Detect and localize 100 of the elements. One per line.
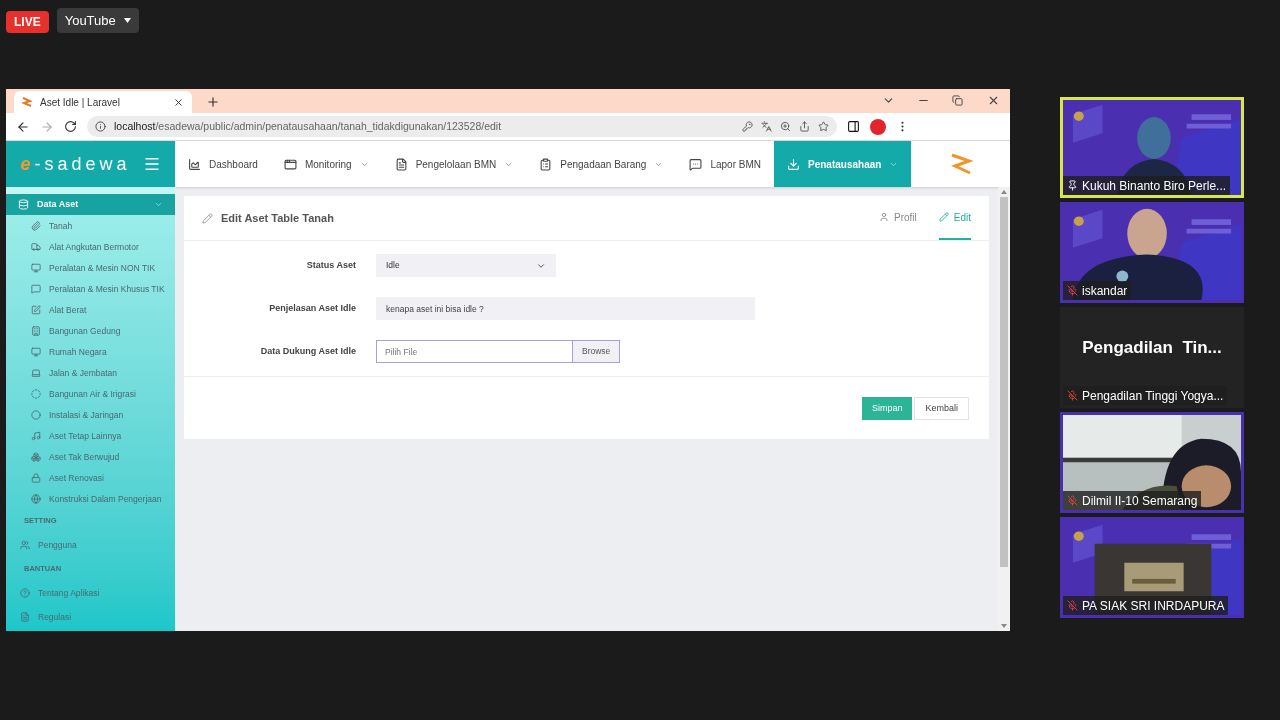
help-icon [20,588,30,598]
translate-icon[interactable] [761,121,772,132]
boxes-icon [31,451,41,462]
card-title: Edit Aset Table Tanah [221,210,334,226]
nav-item[interactable]: Pengelolaan BMN [381,141,527,187]
pin-icon [1067,180,1078,191]
sidebar-item[interactable]: Peralatan & Mesin NON TIK [6,257,175,278]
text-field[interactable]: kenapa aset ini bisa idle ? [376,297,755,320]
menu-icon[interactable] [142,155,161,173]
tab-title: Aset Idle | Laravel [40,95,121,110]
status-select[interactable]: Idle [376,254,556,277]
browser-tab[interactable]: Aset Idle | Laravel [14,91,192,113]
mic-off-icon [1067,285,1078,296]
close-icon[interactable] [173,96,184,108]
circle-icon [31,409,41,420]
participant-tile[interactable]: Pengadilan Tin... Pengadilan Tinggi Yogya... [1060,307,1244,408]
browse-button[interactable]: Browse [573,340,621,363]
sidebar-group[interactable]: Data Aset [6,194,175,215]
mic-off-icon [1067,390,1078,401]
sidebar-item[interactable]: Bangunan Air & Irigrasi [6,383,175,404]
sidebar-item[interactable]: Peralatan & Mesin Khusus TIK [6,278,175,299]
nav-item[interactable]: Dashboard [175,141,271,187]
paperclip-icon [31,220,41,231]
field-label: Penjelasan Aset Idle [268,301,357,315]
participant-tile[interactable]: Kukuh Binanto Biro Perle... [1060,97,1244,198]
field-label: Data Dukung Aset Idle [259,344,357,358]
name-label: Kukuh Binanto Biro Perle... [1063,176,1231,195]
reload-icon[interactable] [64,120,77,133]
nav-item[interactable]: Lapor BMN [676,141,774,187]
sidebar-item[interactable]: Bangunan Gedung [6,320,175,341]
profile-avatar[interactable] [870,118,886,135]
close-icon[interactable] [987,94,1000,107]
zoom-icon[interactable] [780,121,791,132]
platform-dropdown[interactable]: YouTube [56,8,139,33]
card-tab[interactable]: Edit [938,196,971,240]
restore-icon[interactable] [952,95,963,106]
sidebar-item[interactable]: Tanah [6,215,175,236]
group-label: Data Aset [37,197,80,211]
file-field[interactable]: Pilih File [376,340,573,363]
card-tab[interactable]: Profil [878,196,917,240]
caret-icon [123,18,131,23]
key-icon[interactable] [742,121,753,132]
name-label: Dilmil II-10 Semarang [1063,491,1202,510]
app-logo: e-sadewa [20,152,131,176]
building-icon [31,325,41,336]
nav-item[interactable]: Pengadaan Barang [526,141,677,187]
side-panel-icon[interactable] [847,120,860,133]
sidebar-item[interactable]: Rumah Negara [6,341,175,362]
users-icon [20,540,30,550]
window-icon [283,157,297,171]
address-bar[interactable]: localhost/esadewa/public/admin/penatausahaan/tanah_tidakdigunakan/123528/edit [87,116,837,137]
name-label: PA SIAK SRI INRDAPURA [1063,596,1229,615]
star-icon[interactable] [818,121,829,132]
sidebar-item[interactable]: Aset Renovasi [6,467,175,488]
pencil-icon [202,212,213,224]
sidebar-item[interactable]: Pengguna [6,533,175,557]
logo-icon [22,97,32,107]
sidebar-item[interactable]: Regulasi [6,605,175,629]
new-tab-icon[interactable] [206,95,220,109]
mic-off-icon [1067,495,1078,506]
nav-item[interactable]: Monitoring [270,141,382,187]
monitor-icon [31,262,41,273]
name-label: iskandar [1063,281,1132,300]
sidebar-item[interactable]: Alat Angkutan Bermotor [6,236,175,257]
sidebar-item[interactable]: Instalasi & Jaringan [6,404,175,425]
sidebar-item[interactable]: Konstruksi Dalam Pengerjaan [6,488,175,509]
back-icon[interactable] [16,119,30,134]
participant-tile[interactable]: PA SIAK SRI INRDAPURA [1060,517,1244,618]
music-icon [31,430,41,441]
database-icon [18,199,29,210]
chat-icon [689,157,703,171]
truck-icon [31,241,41,252]
participant-tile[interactable]: Dilmil II-10 Semarang [1060,412,1244,513]
message-icon [31,283,41,294]
user-icon [878,212,889,222]
globe-icon [31,493,41,504]
save-button[interactable]: Simpan [861,397,913,420]
info-icon [95,121,106,132]
name-label: Pengadilan Tinggi Yogya... [1063,386,1228,405]
nav-item[interactable]: Penatausahaan [774,141,912,187]
share-icon[interactable] [799,121,810,132]
download-icon [787,157,800,171]
participant-display-name: Pengadilan Tin... [1082,336,1222,359]
sidebar-item[interactable]: Aset Tetap Lainnya [6,425,175,446]
sidebar-item[interactable]: Jalan & Jembatan [6,362,175,383]
scrollbar[interactable] [998,187,1010,631]
mic-off-icon [1067,600,1078,611]
sidebar-item[interactable]: Alat Berat [6,299,175,320]
live-badge: LIVE [6,11,49,33]
url-text: localhost/esadewa/public/admin/penatausahaan/tanah_tidakdigunakan/123528/edit [114,118,503,134]
sidebar-item[interactable]: Tentang Aplikasi [6,581,175,605]
document-icon [394,157,408,171]
sidebar-item[interactable]: Aset Tak Berwujud [6,446,175,467]
participant-tile[interactable]: iskandar [1060,202,1244,303]
chevron-icon [154,200,163,209]
document-icon [20,612,30,622]
laptop-icon [31,367,41,378]
back-button[interactable]: Kembali [914,397,969,420]
lock-icon [31,472,41,483]
clipboard-icon [539,157,553,171]
